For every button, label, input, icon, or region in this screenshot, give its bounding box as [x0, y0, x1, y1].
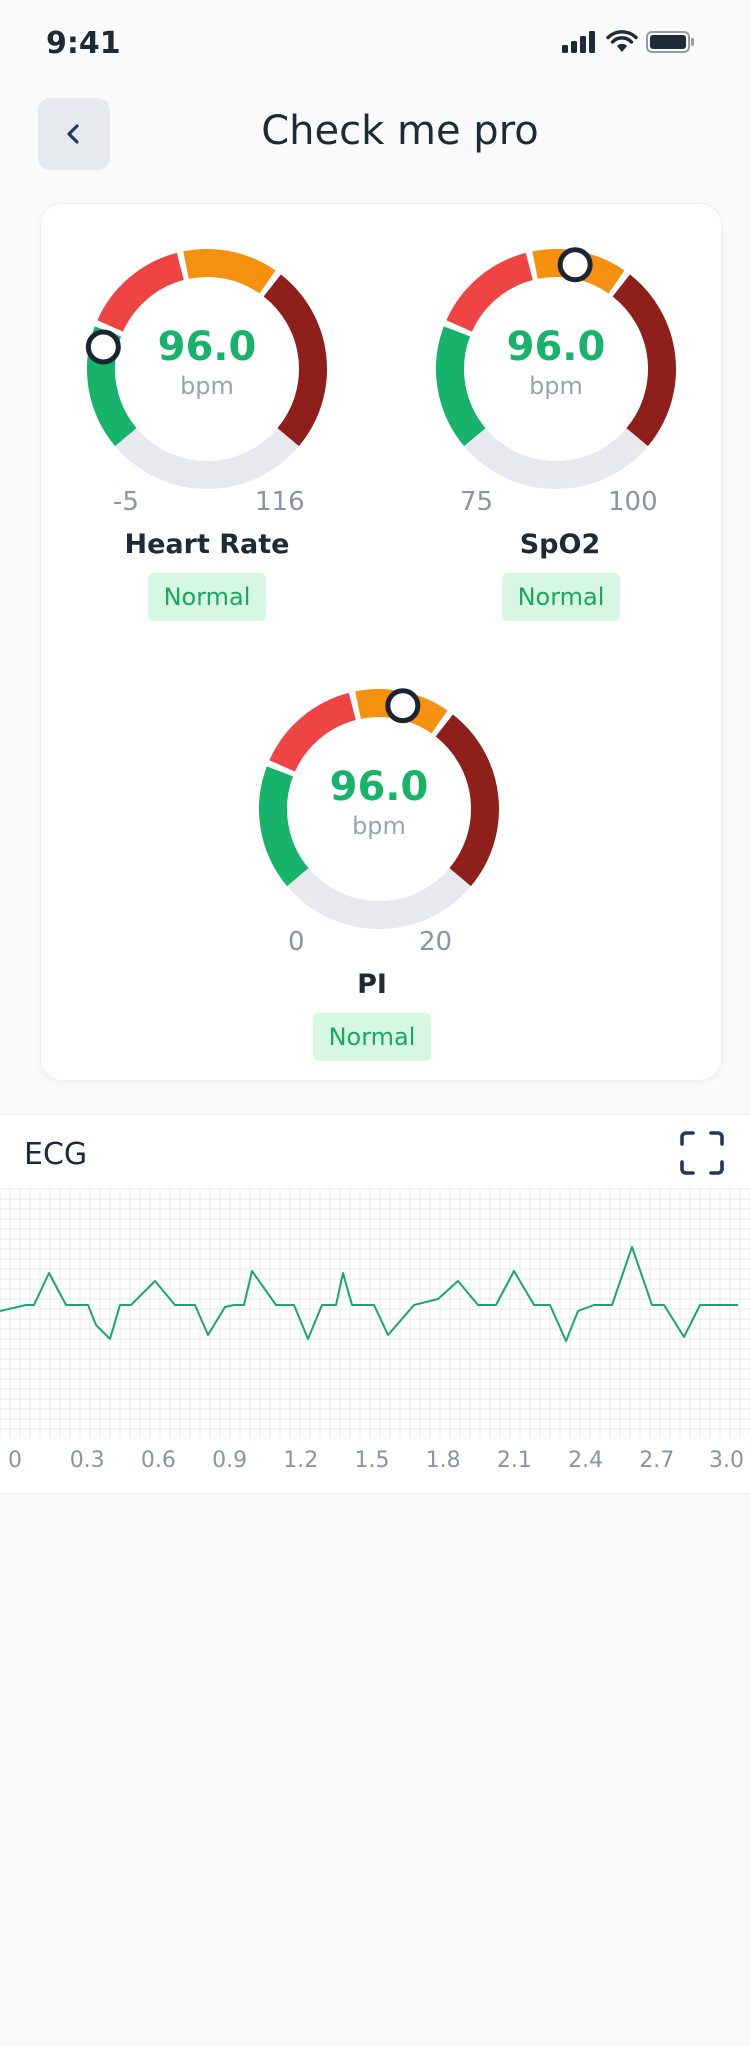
gauge-heart-rate: 96.0 bpm	[82, 244, 332, 494]
ecg-chart: 0 0.3 0.6 0.9 1.2 1.5 1.8 2.1 2.4 2.7 3.0	[0, 1188, 750, 1473]
gauge-value: 96.0	[506, 324, 606, 370]
gauge-min-label: 0	[288, 927, 305, 957]
ecg-x-tick: 1.5	[355, 1448, 390, 1473]
page-title: Check me pro	[261, 108, 539, 154]
gauge-segment-red	[269, 692, 357, 772]
expand-icon	[680, 1131, 724, 1175]
ecg-x-tick: 0.6	[141, 1448, 176, 1473]
gauge-min-label: -5	[113, 487, 139, 517]
ecg-x-tick: 0	[8, 1448, 22, 1473]
ecg-title: ECG	[24, 1137, 88, 1172]
ecg-x-tick: 0.9	[212, 1448, 247, 1473]
ecg-x-tick: 2.7	[639, 1448, 674, 1473]
status-bar: 9:41	[0, 0, 750, 88]
ecg-trace	[0, 1246, 738, 1342]
gauge-marker	[557, 247, 593, 283]
gauge-spo2: 96.0 bpm	[431, 244, 681, 494]
gauge-segment-gray	[115, 427, 299, 489]
ecg-x-tick: 2.4	[568, 1448, 603, 1473]
gauge-marker	[385, 688, 421, 724]
gauge-max-label: 100	[608, 487, 658, 517]
ecg-x-tick: 2.1	[497, 1448, 532, 1473]
battery-icon	[646, 31, 694, 53]
gauge-segment-red	[97, 252, 185, 332]
ecg-x-tick: 1.8	[426, 1448, 461, 1473]
gauge-pi: 96.0 bpm	[254, 684, 504, 934]
vitals-card: 96.0 bpm -5 116 Heart Rate Normal 96.0 b…	[40, 203, 722, 1081]
status-icons	[562, 30, 702, 58]
gauge-value: 96.0	[329, 764, 429, 810]
gauge-title: SpO2	[519, 529, 601, 560]
signal-icon	[562, 31, 595, 53]
gauge-segment-orange	[183, 249, 276, 294]
ecg-x-axis: 0 0.3 0.6 0.9 1.2 1.5 1.8 2.1 2.4 2.7 3.0	[8, 1448, 744, 1473]
status-badge: Normal	[502, 573, 620, 621]
back-button[interactable]	[38, 98, 110, 170]
gauge-max-label: 20	[419, 927, 453, 957]
status-time: 9:41	[46, 26, 121, 61]
gauge-unit: bpm	[180, 372, 234, 400]
ecg-x-tick: 1.2	[283, 1448, 318, 1473]
ecg-x-tick: 3.0	[709, 1448, 744, 1473]
ecg-x-tick: 0.3	[70, 1448, 105, 1473]
gauge-segment-red	[446, 252, 534, 332]
gauge-title: Heart Rate	[124, 529, 290, 560]
gauge-segment-gray	[287, 867, 471, 929]
status-badge: Normal	[148, 573, 266, 621]
chevron-left-icon	[67, 124, 79, 144]
gauge-unit: bpm	[352, 812, 406, 840]
ecg-card: ECG 0 0.3 0.6 0.9 1.2 1.5 1.8 2.1 2.4 2.7 3.0	[0, 1114, 750, 1494]
gauge-max-label: 116	[255, 487, 305, 517]
wifi-icon	[606, 30, 638, 52]
ecg-grid	[0, 1188, 750, 1437]
gauge-segment-gray	[464, 427, 648, 489]
gauge-value: 96.0	[157, 324, 257, 370]
gauge-unit: bpm	[529, 372, 583, 400]
gauge-min-label: 75	[460, 487, 494, 517]
status-badge: Normal	[313, 1013, 431, 1061]
fullscreen-button[interactable]	[678, 1129, 726, 1177]
gauge-title: PI	[357, 969, 387, 1000]
